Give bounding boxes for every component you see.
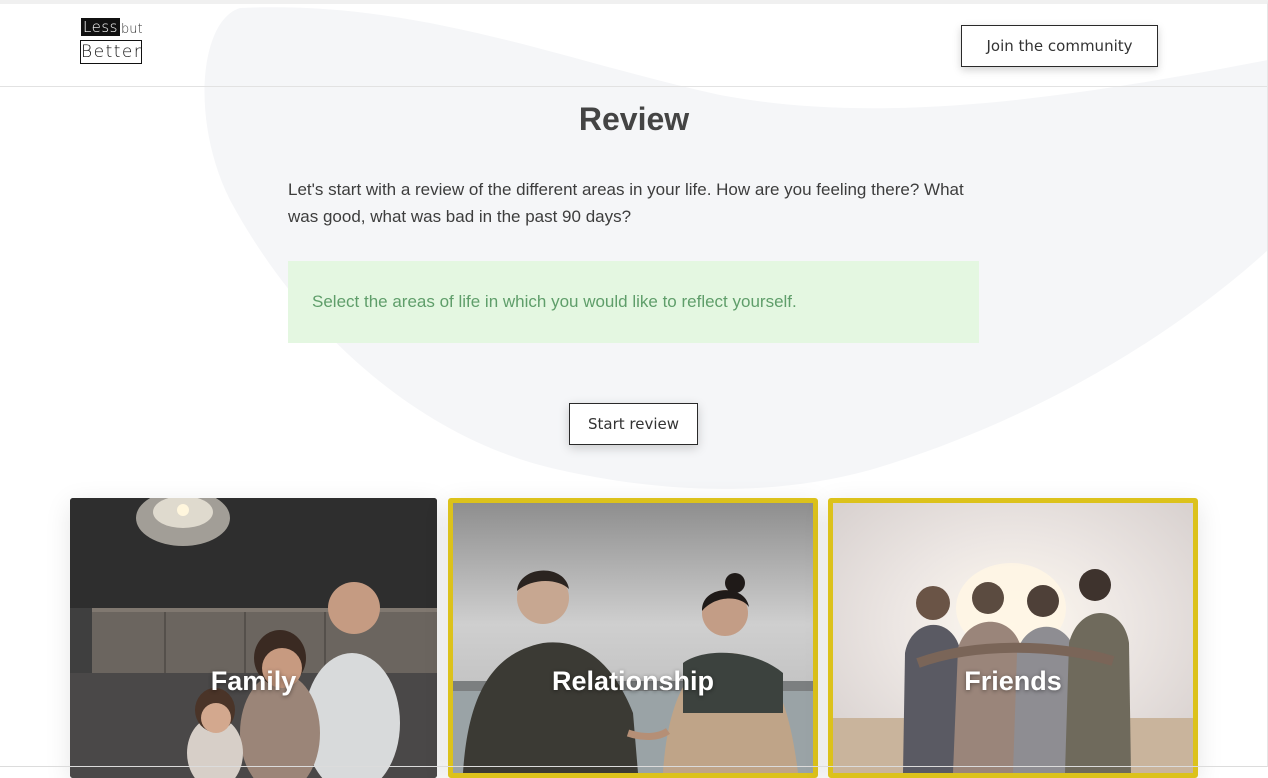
area-card-relationship[interactable]: Relationship <box>448 498 818 778</box>
family-kitchen-photo <box>70 498 437 778</box>
friends-sunset-photo <box>833 503 1193 773</box>
area-label-family: Family <box>210 666 297 696</box>
area-label-friends: Friends <box>964 666 1062 696</box>
area-card-friends[interactable]: Friends <box>828 498 1198 778</box>
intro-text: Let's start with a review of the differe… <box>288 180 964 226</box>
page-title: Review <box>578 101 690 137</box>
logo-less-text: Less <box>81 18 120 36</box>
area-card-family[interactable]: Family <box>70 498 437 778</box>
join-community-button[interactable]: Join the community <box>961 25 1158 67</box>
site-header: Less but Better Join the community <box>0 4 1268 87</box>
logo-but-text: but <box>121 22 143 37</box>
start-review-button[interactable]: Start review <box>569 403 698 445</box>
couple-holding-hands-photo <box>453 503 813 773</box>
info-alert: Select the areas of life in which you wo… <box>288 261 979 343</box>
area-label-relationship: Relationship <box>551 666 714 696</box>
logo-better-text: Better <box>80 40 143 64</box>
less-but-better-logo[interactable]: Less but Better <box>80 18 146 66</box>
